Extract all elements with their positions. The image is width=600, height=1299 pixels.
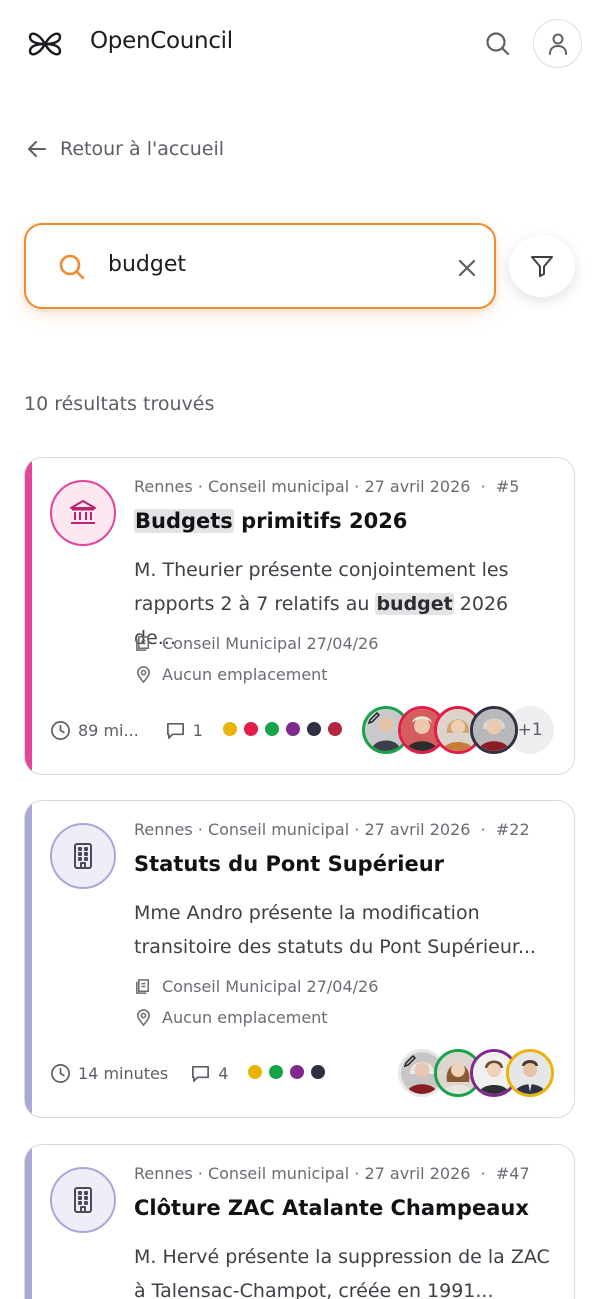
result-card[interactable]: Rennes · Conseil municipal · 27 avril 20… — [24, 800, 575, 1118]
title-rest: primitifs 2026 — [233, 509, 408, 533]
topic-dot — [311, 1065, 326, 1079]
user-profile-button[interactable] — [533, 19, 582, 68]
comment-icon — [166, 722, 184, 739]
result-card[interactable]: Rennes · Conseil municipal · 27 avril 20… — [24, 457, 575, 775]
card-meeting[interactable]: Conseil Municipal 27/04/26 — [134, 634, 378, 653]
comment-icon — [192, 1065, 210, 1082]
card-meta-text: Rennes · Conseil municipal · 27 avril 20… — [134, 820, 471, 839]
category-badge — [50, 480, 116, 546]
description-highlight: budget — [375, 593, 454, 615]
pencil-icon — [403, 1055, 416, 1068]
card-meeting[interactable]: Conseil Municipal 27/04/26 — [134, 977, 378, 996]
speaker-avatars[interactable]: +1 — [362, 706, 554, 754]
category-stripe — [25, 458, 32, 774]
card-description: M. Hervé présente la suppression de la Z… — [134, 1246, 550, 1299]
topic-dot — [243, 722, 258, 736]
speaker-avatar[interactable] — [506, 1049, 554, 1097]
topic-dot — [248, 1065, 263, 1079]
clock-icon — [51, 721, 70, 740]
results-count: 10 résultats trouvés — [24, 393, 215, 415]
card-number: #22 — [495, 820, 530, 839]
scroll-icon — [136, 979, 150, 994]
filter-button[interactable] — [509, 235, 575, 297]
topic-dot — [222, 722, 237, 736]
card-title[interactable]: Budgets primitifs 2026 — [134, 509, 407, 533]
card-footer: 14 minutes 4 — [50, 1063, 332, 1084]
speaker-avatars[interactable] — [398, 1049, 554, 1097]
filter-icon — [531, 256, 553, 277]
app-header: OpenCouncil — [0, 0, 600, 88]
building-icon — [74, 843, 92, 869]
user-icon — [548, 33, 567, 55]
topic-dots — [248, 1064, 332, 1083]
clear-search-icon[interactable] — [455, 256, 479, 280]
result-card[interactable]: Rennes · Conseil municipal · 27 avril 20… — [24, 1144, 575, 1299]
bank-icon — [70, 500, 96, 524]
topic-dot — [290, 1065, 305, 1079]
topic-dot — [306, 722, 321, 736]
card-description: Mme Andro présente la modification trans… — [134, 902, 537, 958]
scroll-icon — [136, 636, 150, 651]
duration: 89 mi... — [78, 721, 139, 740]
category-badge — [50, 1167, 116, 1233]
card-meta: Rennes · Conseil municipal · 27 avril 20… — [134, 1164, 530, 1183]
map-pin-icon — [137, 666, 150, 684]
card-title[interactable]: Statuts du Pont Supérieur — [134, 852, 444, 876]
location-label: Aucun emplacement — [162, 1008, 328, 1027]
card-number: #47 — [495, 1164, 530, 1183]
duration: 14 minutes — [78, 1064, 169, 1083]
clock-icon — [51, 1064, 70, 1083]
comment-count: 1 — [192, 721, 203, 740]
card-meta: Rennes · Conseil municipal · 27 avril 20… — [134, 820, 530, 839]
building-icon — [74, 1187, 92, 1213]
arrow-left-icon — [28, 141, 46, 157]
card-location: Aucun emplacement — [134, 665, 328, 684]
app-title[interactable]: OpenCouncil — [90, 28, 233, 54]
topic-dot — [285, 722, 300, 736]
pencil-icon — [367, 712, 380, 725]
card-meta-text: Rennes · Conseil municipal · 27 avril 20… — [134, 1164, 471, 1183]
card-location: Aucun emplacement — [134, 1008, 328, 1027]
location-label: Aucun emplacement — [162, 665, 328, 684]
topic-dot — [269, 1065, 284, 1079]
card-meta: Rennes · Conseil municipal · 27 avril 20… — [134, 477, 520, 496]
card-number: #5 — [495, 477, 520, 496]
search-icon[interactable] — [482, 28, 514, 60]
card-meta-text: Rennes · Conseil municipal · 27 avril 20… — [134, 477, 471, 496]
topic-dots — [222, 721, 349, 740]
card-title[interactable]: Clôture ZAC Atalante Champeaux — [134, 1196, 529, 1220]
title-highlight: Budgets — [134, 509, 234, 533]
speaker-avatar[interactable] — [470, 706, 518, 754]
topic-dot — [327, 722, 342, 736]
comment-count: 4 — [218, 1064, 229, 1083]
meeting-label: Conseil Municipal 27/04/26 — [162, 634, 379, 653]
topic-dot — [264, 722, 279, 736]
meeting-label: Conseil Municipal 27/04/26 — [162, 977, 379, 996]
search-input[interactable] — [108, 252, 408, 277]
back-to-home-link[interactable]: Retour à l'accueil — [26, 138, 224, 160]
search-box[interactable] — [24, 223, 496, 309]
card-footer: 89 mi... 1 — [50, 720, 349, 741]
map-pin-icon — [137, 1009, 150, 1027]
category-badge — [50, 823, 116, 889]
opencouncil-logo-icon[interactable] — [27, 27, 63, 61]
category-stripe — [25, 1145, 32, 1299]
search-icon — [59, 254, 85, 280]
back-label: Retour à l'accueil — [60, 138, 225, 160]
category-stripe — [25, 801, 32, 1117]
